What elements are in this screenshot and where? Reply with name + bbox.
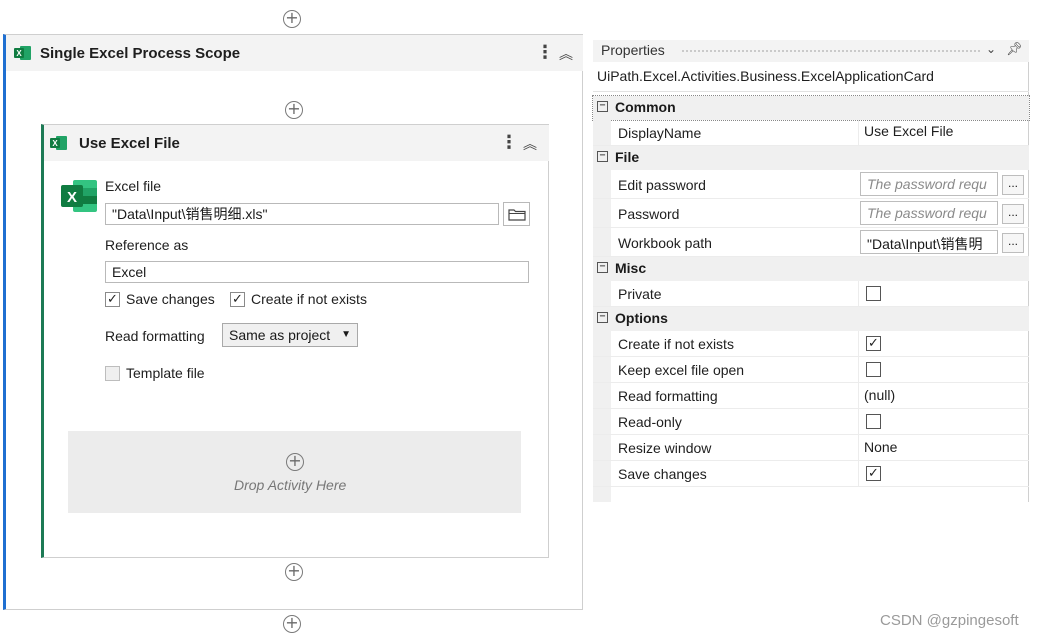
property-name: DisplayName (618, 125, 702, 141)
svg-text:X: X (52, 139, 58, 148)
excel-icon: X (14, 46, 31, 60)
password-input[interactable]: The password requ (860, 201, 998, 225)
template-file-label: Template file (126, 365, 205, 381)
use-excel-header: X Use Excel File ⋮ ︽ (44, 125, 549, 161)
properties-panel: Properties ⌄ 📌︎ UiPath.Excel.Activities.… (592, 40, 1030, 502)
category-file[interactable]: − File (593, 146, 1029, 170)
collapse-toggle-icon[interactable]: − (597, 262, 608, 273)
property-row-create-if-not-exists[interactable]: Create if not exists ✓ (593, 331, 1029, 357)
property-name: Keep excel file open (618, 362, 745, 378)
property-row-read-formatting[interactable]: Read formatting (null) (593, 383, 1029, 409)
read-formatting-value: Same as project (229, 327, 331, 343)
category-label: Misc (615, 260, 647, 276)
collapse-toggle-icon[interactable]: − (597, 151, 608, 162)
property-row-read-only[interactable]: Read-only (593, 409, 1029, 435)
read-formatting-dropdown[interactable]: Same as project ▼ (222, 323, 358, 347)
excel-file-label: Excel file (105, 178, 162, 194)
property-row-resize-window[interactable]: Resize window None (593, 435, 1029, 461)
use-excel-file-activity: X Use Excel File ⋮ ︽ X Excel file "Data\… (41, 124, 549, 558)
property-name: Read formatting (618, 388, 718, 404)
gutter-filler (593, 487, 611, 502)
folder-icon (508, 209, 526, 221)
property-name: Resize window (618, 440, 712, 456)
property-value[interactable]: (null) (864, 387, 895, 403)
add-activity-button[interactable]: + (285, 563, 303, 581)
watermark-text: CSDN @gzpingesoft (880, 612, 1019, 629)
dropdown-arrow-icon[interactable]: ⌄ (986, 42, 996, 56)
read-only-checkbox[interactable] (866, 414, 881, 429)
collapse-toggle-icon[interactable]: − (597, 101, 608, 112)
private-checkbox[interactable] (866, 286, 881, 301)
read-formatting-label: Read formatting (105, 328, 205, 344)
save-changes-label: Save changes (126, 291, 215, 307)
category-options[interactable]: − Options (593, 307, 1029, 331)
save-changes-checkbox[interactable]: ✓ (866, 466, 881, 481)
add-activity-bottom-button[interactable]: + (283, 615, 301, 633)
create-if-not-exists-checkbox[interactable]: ✓ (866, 336, 881, 351)
category-common[interactable]: − Common (592, 95, 1030, 121)
property-name: Read-only (618, 414, 682, 430)
more-options-icon[interactable]: ⋮ (500, 133, 518, 151)
excel-large-icon: X (61, 180, 97, 212)
collapse-icon[interactable]: ︽ (523, 134, 537, 154)
keep-excel-file-open-checkbox[interactable] (866, 362, 881, 377)
collapse-icon[interactable]: ︽ (559, 44, 573, 64)
ellipsis-button[interactable]: ... (1002, 233, 1024, 253)
properties-title-bar: Properties ⌄ 📌︎ (593, 40, 1029, 62)
outer-scope-title: Single Excel Process Scope (40, 45, 241, 62)
save-changes-checkbox[interactable]: ✓ (105, 292, 120, 307)
property-name: Workbook path (618, 235, 712, 251)
property-row-save-changes[interactable]: Save changes ✓ (593, 461, 1029, 487)
more-options-icon[interactable]: ⋮ (536, 43, 554, 61)
property-name: Save changes (618, 466, 707, 482)
category-misc[interactable]: − Misc (593, 257, 1029, 281)
property-row-workbook-path[interactable]: Workbook path "Data\Input\销售明 ... (593, 228, 1029, 257)
property-name: Create if not exists (618, 336, 734, 352)
property-row-private[interactable]: Private (593, 281, 1029, 307)
properties-class-name: UiPath.Excel.Activities.Business.ExcelAp… (593, 62, 1029, 92)
outer-scope-header: X Single Excel Process Scope ⋮ ︽ (6, 35, 583, 71)
add-activity-top-button[interactable]: + (283, 10, 301, 28)
property-value[interactable]: Use Excel File (864, 123, 953, 139)
single-excel-process-scope: X Single Excel Process Scope ⋮ ︽ + X Use… (3, 34, 583, 610)
collapse-toggle-icon[interactable]: − (597, 312, 608, 323)
property-name: Edit password (618, 177, 706, 193)
svg-text:X: X (67, 189, 77, 206)
property-name: Private (618, 286, 662, 302)
drop-activity-zone[interactable]: + Drop Activity Here (68, 431, 521, 513)
use-excel-title: Use Excel File (79, 135, 180, 152)
add-icon: + (286, 453, 304, 471)
properties-title: Properties (601, 42, 665, 58)
dropdown-arrow-icon: ▼ (341, 329, 351, 340)
workbook-path-input[interactable]: "Data\Input\销售明 (860, 230, 998, 254)
property-name: Password (618, 206, 680, 222)
browse-folder-button[interactable] (503, 202, 530, 226)
create-if-not-exists-label: Create if not exists (251, 291, 367, 307)
excel-icon: X (50, 136, 67, 150)
add-activity-button[interactable]: + (285, 101, 303, 119)
pin-icon[interactable]: 📌︎ (1006, 41, 1023, 57)
svg-text:X: X (16, 49, 22, 58)
create-if-not-exists-checkbox[interactable]: ✓ (230, 292, 245, 307)
property-row-password[interactable]: Password The password requ ... (593, 199, 1029, 228)
template-file-checkbox[interactable] (105, 366, 120, 381)
reference-as-input[interactable]: Excel (105, 261, 529, 283)
property-value[interactable]: None (864, 439, 897, 455)
category-label: File (615, 149, 640, 165)
excel-file-input[interactable]: "Data\Input\销售明细.xls" (105, 203, 499, 225)
category-label: Common (615, 99, 676, 115)
edit-password-input[interactable]: The password requ (860, 172, 998, 196)
property-row-displayname[interactable]: DisplayName Use Excel File (593, 120, 1029, 146)
category-label: Options (615, 310, 668, 326)
grip-dots (681, 49, 981, 54)
drop-activity-text: Drop Activity Here (234, 477, 347, 493)
ellipsis-button[interactable]: ... (1002, 204, 1024, 224)
property-row-keep-excel-file-open[interactable]: Keep excel file open (593, 357, 1029, 383)
reference-as-label: Reference as (105, 237, 189, 253)
ellipsis-button[interactable]: ... (1002, 175, 1024, 195)
property-row-edit-password[interactable]: Edit password The password requ ... (593, 170, 1029, 199)
